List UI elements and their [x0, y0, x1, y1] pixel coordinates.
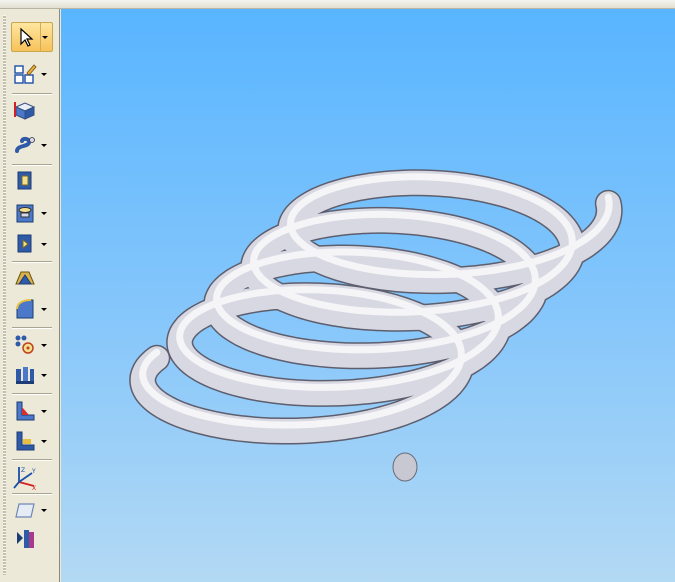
plane-icon [11, 496, 39, 524]
model-viewport[interactable] [61, 9, 675, 582]
xyz-axes-icon: Z Y X [11, 463, 39, 491]
thin-wall-icon [11, 361, 39, 389]
extrude-tool-button[interactable] [11, 96, 53, 124]
coordinate-system-tool-button[interactable]: Z Y X [11, 463, 53, 491]
extrude-block-icon [11, 96, 39, 124]
helix-sweep-tool-dropdown[interactable] [39, 131, 48, 159]
rib-tool-button[interactable] [11, 397, 53, 425]
part-library-icon [11, 525, 39, 553]
cutout-tool-button[interactable] [11, 167, 53, 195]
revolve-cut-icon [11, 230, 39, 258]
thin-wall-tool-button[interactable] [11, 361, 53, 389]
hole-icon [11, 199, 39, 227]
window-top-strip [0, 0, 675, 9]
part-library-tool-button[interactable] [11, 525, 53, 553]
helical-spring-model [129, 169, 623, 482]
shell-dome-icon [11, 265, 39, 293]
reference-plane-tool-button[interactable] [11, 496, 53, 524]
revolve-cut-tool-button[interactable] [11, 230, 53, 258]
web-network-tool-button[interactable] [11, 427, 53, 455]
select-tool-dropdown[interactable] [40, 23, 49, 51]
features-toolbar: Z Y X [0, 9, 60, 582]
toolbar-separator [12, 93, 52, 95]
revolve-cut-tool-dropdown[interactable] [39, 230, 48, 258]
helix-sweep-icon [11, 131, 39, 159]
svg-text:X: X [32, 485, 36, 490]
toolbar-separator [12, 164, 52, 166]
hole-tool-button[interactable] [11, 199, 53, 227]
sketch-tool-dropdown[interactable] [39, 60, 48, 88]
helix-sweep-tool-button[interactable] [11, 131, 53, 159]
cutout-icon [11, 167, 39, 195]
round-tool-dropdown[interactable] [39, 295, 48, 323]
rib-icon [11, 397, 39, 425]
thin-wall-tool-dropdown[interactable] [39, 361, 48, 389]
toolbar-separator [12, 493, 52, 495]
sketch-tool-button[interactable] [11, 60, 53, 88]
web-network-icon [11, 427, 39, 455]
rib-tool-dropdown[interactable] [39, 397, 48, 425]
toolbar-separator [12, 261, 52, 263]
select-tool-button[interactable] [11, 22, 53, 52]
round-tool-button[interactable] [11, 295, 53, 323]
arrow-cursor-icon [12, 23, 40, 51]
svg-text:Z: Z [21, 467, 25, 474]
reference-plane-tool-dropdown[interactable] [39, 496, 48, 524]
pattern-icon [11, 331, 39, 359]
svg-text:Y: Y [31, 468, 36, 475]
shell-tool-button[interactable] [11, 265, 53, 293]
toolbar-separator [12, 459, 52, 461]
sketch-plane-icon [11, 60, 39, 88]
round-blend-icon [11, 295, 39, 323]
web-network-tool-dropdown[interactable] [39, 427, 48, 455]
toolbar-separator [12, 327, 52, 329]
toolbar-separator [12, 393, 52, 395]
hole-tool-dropdown[interactable] [39, 199, 48, 227]
pattern-tool-button[interactable] [11, 331, 53, 359]
pattern-tool-dropdown[interactable] [39, 331, 48, 359]
spring-end-cap [392, 452, 418, 482]
